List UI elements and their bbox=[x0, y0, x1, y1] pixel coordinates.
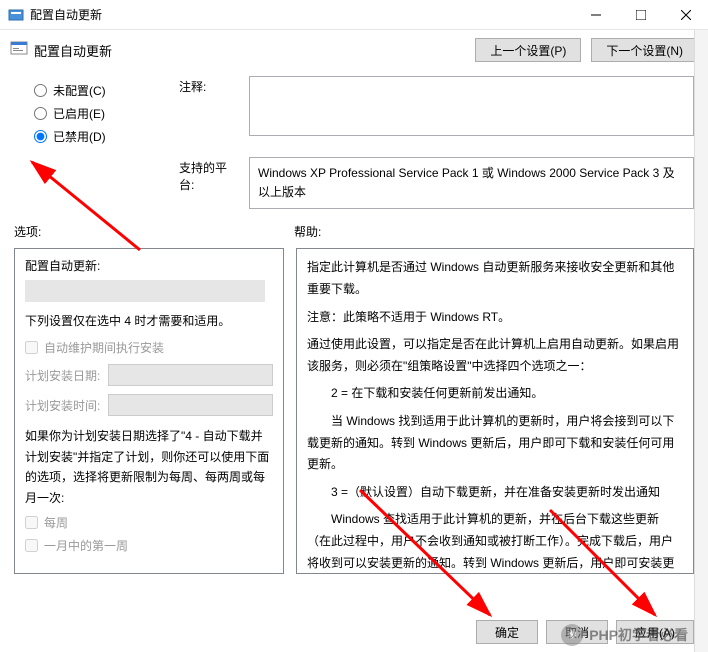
radio-enabled[interactable]: 已启用(E) bbox=[34, 105, 179, 122]
help-p7: Windows 查找适用于此计算机的更新，并在后台下载这些更新（在此过程中，用户… bbox=[307, 509, 683, 574]
maximize-button[interactable] bbox=[618, 0, 663, 29]
side-edge bbox=[694, 30, 708, 652]
install-time-label: 计划安装时间: bbox=[25, 397, 100, 414]
app-icon bbox=[8, 7, 24, 23]
options-header: 配置自动更新: bbox=[25, 257, 273, 274]
update-mode-select[interactable] bbox=[25, 280, 265, 302]
titlebar: 配置自动更新 bbox=[0, 0, 708, 30]
subheader-icon bbox=[10, 40, 28, 61]
minimize-button[interactable] bbox=[573, 0, 618, 29]
window-title: 配置自动更新 bbox=[30, 6, 573, 23]
subheader-title: 配置自动更新 bbox=[34, 41, 112, 60]
help-p5: 当 Windows 找到适用于此计算机的更新时，用户将会接到可以下载更新的通知。… bbox=[307, 411, 683, 476]
options-note: 下列设置仅在选中 4 时才需要和适用。 bbox=[25, 312, 273, 329]
help-label: 帮助: bbox=[294, 223, 321, 240]
help-p3: 通过使用此设置，可以指定是否在此计算机上启用自动更新。如果启用该服务，则必须在"… bbox=[307, 334, 683, 377]
close-button[interactable] bbox=[663, 0, 708, 29]
options-label: 选项: bbox=[14, 223, 294, 240]
help-p6: 3 =（默认设置）自动下载更新，并在准备安装更新时发出通知 bbox=[307, 482, 683, 504]
help-p2: 注意：此策略不适用于 Windows RT。 bbox=[307, 307, 683, 329]
help-p4: 2 = 在下载和安装任何更新前发出通知。 bbox=[307, 383, 683, 405]
next-setting-button[interactable]: 下一个设置(N) bbox=[591, 38, 698, 62]
checkbox-first-week[interactable]: 一月中的第一周 bbox=[25, 537, 273, 554]
help-panel[interactable]: 指定此计算机是否通过 Windows 自动更新服务来接收安全更新和其他重要下载。… bbox=[296, 248, 694, 574]
checkbox-weekly[interactable]: 每周 bbox=[25, 514, 273, 531]
radio-disabled[interactable]: 已禁用(D) bbox=[34, 128, 179, 145]
install-time-select[interactable] bbox=[108, 394, 273, 416]
cancel-button[interactable]: 取消 bbox=[546, 620, 608, 644]
comment-input[interactable] bbox=[249, 76, 694, 136]
comment-label: 注释: bbox=[179, 76, 239, 95]
checkbox-auto-maintenance[interactable]: 自动维护期间执行安装 bbox=[25, 339, 273, 356]
help-p1: 指定此计算机是否通过 Windows 自动更新服务来接收安全更新和其他重要下载。 bbox=[307, 257, 683, 300]
subheader: 配置自动更新 上一个设置(P) 下一个设置(N) bbox=[0, 30, 708, 70]
platform-label: 支持的平台: bbox=[179, 157, 239, 193]
options-panel[interactable]: 配置自动更新: 下列设置仅在选中 4 时才需要和适用。 自动维护期间执行安装 计… bbox=[14, 248, 284, 574]
footer: 确定 取消 应用(A) bbox=[476, 620, 694, 644]
platform-text: Windows XP Professional Service Pack 1 或… bbox=[249, 157, 694, 209]
state-radios: 未配置(C) 已启用(E) 已禁用(D) bbox=[14, 76, 179, 151]
install-date-select[interactable] bbox=[108, 364, 273, 386]
prev-setting-button[interactable]: 上一个设置(P) bbox=[475, 38, 581, 62]
install-date-label: 计划安装日期: bbox=[25, 367, 100, 384]
apply-button[interactable]: 应用(A) bbox=[616, 620, 694, 644]
options-wrap-text: 如果你为计划安装日期选择了"4 - 自动下载并计划安装"并指定了计划，则你还可以… bbox=[25, 426, 273, 508]
ok-button[interactable]: 确定 bbox=[476, 620, 538, 644]
radio-not-configured[interactable]: 未配置(C) bbox=[34, 82, 179, 99]
